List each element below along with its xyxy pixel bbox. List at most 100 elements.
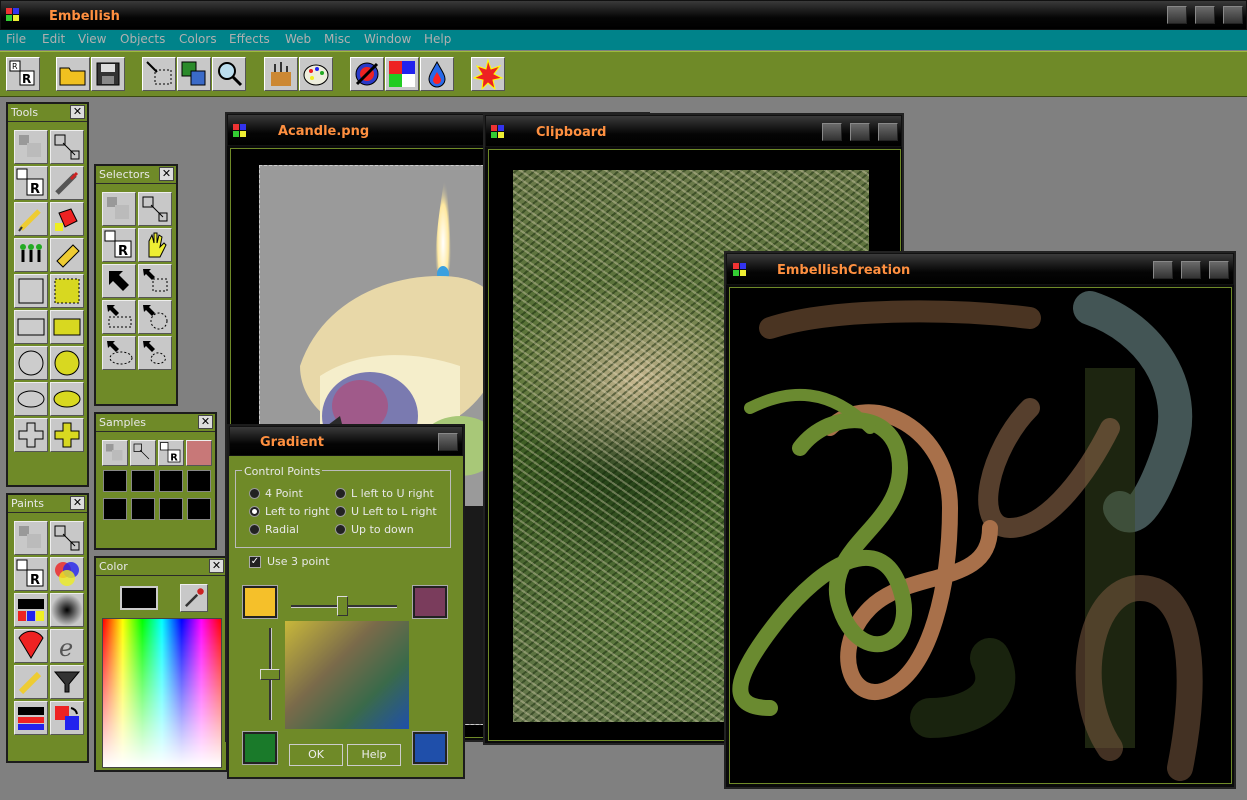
circle-fill-tool-icon[interactable] <box>50 346 84 380</box>
hand-icon[interactable] <box>138 228 172 262</box>
eyedropper-icon[interactable] <box>180 584 208 612</box>
selection-icon[interactable] <box>142 57 176 91</box>
radio-l-left-u-right[interactable] <box>335 488 346 499</box>
zoom-icon[interactable] <box>212 57 246 91</box>
sample-arrow-icon[interactable] <box>130 440 156 466</box>
rgb-circles-icon[interactable] <box>50 557 84 591</box>
radio-up-to-down[interactable] <box>335 524 346 535</box>
menu-colors[interactable]: Colors <box>179 32 217 46</box>
gradient-color-bottom-left[interactable] <box>242 731 278 765</box>
horizontal-slider-thumb[interactable] <box>337 596 348 616</box>
clipboard-close-button[interactable] <box>878 123 898 141</box>
menu-file[interactable]: File <box>6 32 26 46</box>
pointer-circle-icon[interactable] <box>138 300 172 334</box>
gradient-color-bottom-right[interactable] <box>412 731 448 765</box>
paint-random-icon[interactable]: R <box>14 557 48 591</box>
menu-window[interactable]: Window <box>364 32 411 46</box>
radio-left-to-right[interactable] <box>249 506 260 517</box>
sample-color-swatch[interactable] <box>186 440 212 466</box>
vertical-slider-thumb[interactable] <box>260 669 280 680</box>
open-folder-icon[interactable] <box>56 57 90 91</box>
wide-rect-outline-tool-icon[interactable] <box>14 310 48 344</box>
minimize-button[interactable] <box>1167 6 1187 24</box>
gradient-close-button[interactable] <box>438 433 458 451</box>
menu-help[interactable]: Help <box>424 32 451 46</box>
pointer-ellipse-icon[interactable] <box>102 336 136 370</box>
swatches-icon[interactable] <box>14 593 48 627</box>
sample-slot[interactable] <box>187 498 211 520</box>
knife-tool-icon[interactable] <box>50 166 84 200</box>
pointer-freeform-icon[interactable] <box>138 336 172 370</box>
use-3-point-checkbox[interactable]: ✓ <box>249 556 261 568</box>
ellipse-outline-tool-icon[interactable] <box>14 382 48 416</box>
pencil-tool-icon[interactable] <box>14 202 48 236</box>
selector-arrow-icon[interactable] <box>138 192 172 226</box>
samples-close-icon[interactable]: ✕ <box>198 415 213 429</box>
gradient-color-top-right[interactable] <box>412 585 448 619</box>
people-tool-icon[interactable] <box>14 238 48 272</box>
sample-slot[interactable] <box>131 498 155 520</box>
crayon-icon[interactable] <box>14 665 48 699</box>
pointer-rect-icon[interactable] <box>138 264 172 298</box>
letter-e-icon[interactable]: e <box>50 629 84 663</box>
menu-misc[interactable]: Misc <box>324 32 351 46</box>
color-palette-icon[interactable] <box>299 57 333 91</box>
sample-slot[interactable] <box>187 470 211 492</box>
color-grid-icon[interactable] <box>385 57 419 91</box>
clipboard-maximize-button[interactable] <box>850 123 870 141</box>
menu-edit[interactable]: Edit <box>42 32 65 46</box>
selector-random-icon[interactable]: R <box>102 228 136 262</box>
rect-select-tool-icon[interactable] <box>14 130 48 164</box>
creation-minimize-button[interactable] <box>1153 261 1173 279</box>
menu-objects[interactable]: Objects <box>120 32 165 46</box>
random-tool-icon[interactable]: R <box>14 166 48 200</box>
paint-rect-icon[interactable] <box>14 521 48 555</box>
ink-drop-icon[interactable] <box>420 57 454 91</box>
sample-random-icon[interactable]: R <box>158 440 184 466</box>
ellipse-fill-tool-icon[interactable] <box>50 382 84 416</box>
current-color-swatch[interactable] <box>120 586 158 610</box>
sample-slot[interactable] <box>103 470 127 492</box>
sample-rect-icon[interactable] <box>102 440 128 466</box>
save-icon[interactable] <box>91 57 125 91</box>
burst-icon[interactable] <box>471 57 505 91</box>
cross-fill-tool-icon[interactable] <box>50 418 84 452</box>
multi-swatch-icon[interactable] <box>14 701 48 735</box>
random-icon[interactable]: RR <box>6 57 40 91</box>
maximize-button[interactable] <box>1195 6 1215 24</box>
paint-bucket-tool-icon[interactable] <box>50 202 84 236</box>
pointer-wide-rect-icon[interactable] <box>102 300 136 334</box>
fan-icon[interactable] <box>14 629 48 663</box>
cylinder-tool-icon[interactable] <box>50 238 84 272</box>
sample-slot[interactable] <box>159 498 183 520</box>
selector-rect-icon[interactable] <box>102 192 136 226</box>
wide-rect-fill-tool-icon[interactable] <box>50 310 84 344</box>
no-fill-icon[interactable] <box>350 57 384 91</box>
menu-web[interactable]: Web <box>285 32 311 46</box>
color-close-icon[interactable]: ✕ <box>209 559 224 573</box>
gradient-ok-button[interactable]: OK <box>289 744 343 766</box>
clipboard-minimize-button[interactable] <box>822 123 842 141</box>
copy-icon[interactable] <box>177 57 211 91</box>
radio-u-left-l-right[interactable] <box>335 506 346 517</box>
paints-close-icon[interactable]: ✕ <box>70 496 85 510</box>
cross-outline-tool-icon[interactable] <box>14 418 48 452</box>
circle-outline-tool-icon[interactable] <box>14 346 48 380</box>
creation-close-button[interactable] <box>1209 261 1229 279</box>
pointer-arrow-icon[interactable] <box>102 264 136 298</box>
rectangle-outline-tool-icon[interactable] <box>14 274 48 308</box>
radial-blur-icon[interactable] <box>50 593 84 627</box>
sample-slot[interactable] <box>159 470 183 492</box>
gradient-color-top-left[interactable] <box>242 585 278 619</box>
radio-4-point[interactable] <box>249 488 260 499</box>
tools-close-icon[interactable]: ✕ <box>70 105 85 119</box>
arrow-select-tool-icon[interactable] <box>50 130 84 164</box>
radio-radial[interactable] <box>249 524 260 535</box>
creation-maximize-button[interactable] <box>1181 261 1201 279</box>
sample-slot[interactable] <box>103 498 127 520</box>
funnel-icon[interactable] <box>50 665 84 699</box>
paint-arrow-icon[interactable] <box>50 521 84 555</box>
menu-effects[interactable]: Effects <box>229 32 270 46</box>
rectangle-fill-tool-icon[interactable] <box>50 274 84 308</box>
menu-view[interactable]: View <box>78 32 106 46</box>
